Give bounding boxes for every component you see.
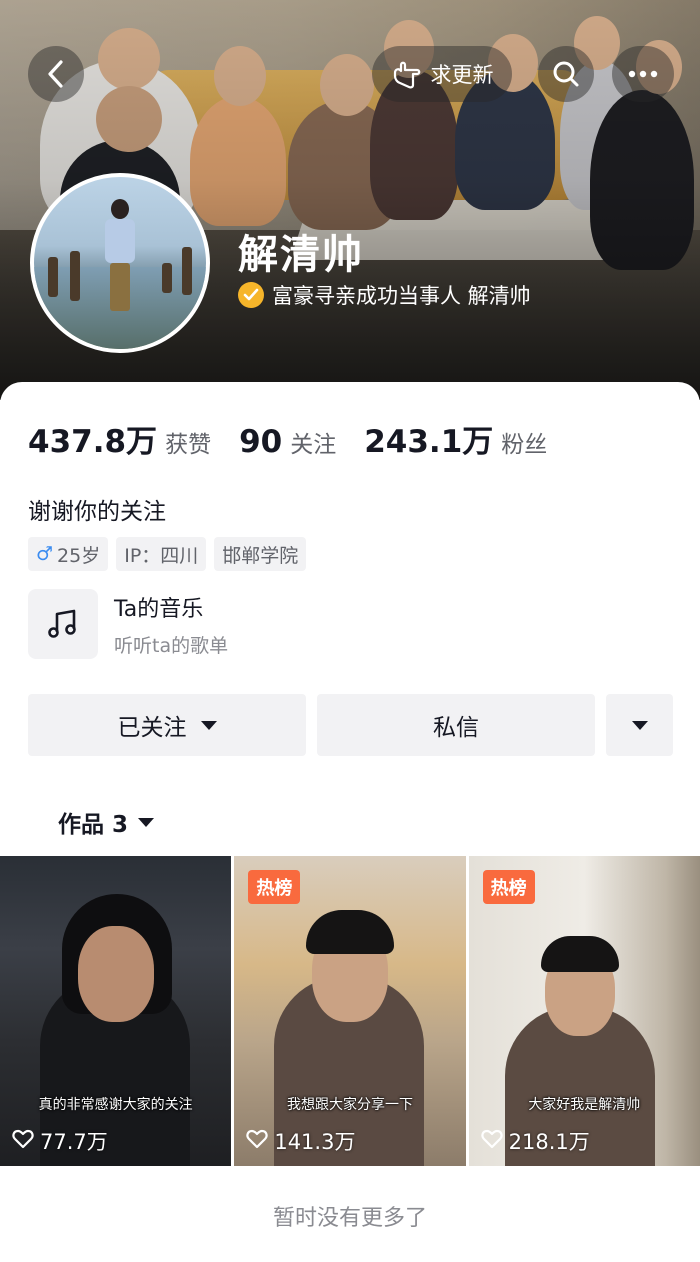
music-subtitle: 听听ta的歌单 bbox=[114, 634, 229, 657]
video-likes: 141.3万 bbox=[246, 1126, 355, 1156]
back-button[interactable] bbox=[28, 46, 84, 102]
stat-following[interactable]: 90 关注 bbox=[239, 424, 336, 460]
tag-school[interactable]: 邯郸学院 bbox=[214, 537, 307, 571]
message-label: 私信 bbox=[433, 715, 479, 741]
stat-value: 243.1万 bbox=[364, 424, 494, 460]
avatar[interactable] bbox=[30, 173, 210, 353]
video-card[interactable]: 热榜 我想跟大家分享一下 141.3万 bbox=[234, 856, 466, 1166]
update-hand-icon bbox=[391, 59, 425, 89]
more-actions-button[interactable] bbox=[606, 694, 673, 756]
tag-gender-age: ♂ 25岁 bbox=[28, 537, 109, 571]
avatar-post bbox=[182, 247, 192, 295]
hot-badge: 热榜 bbox=[482, 870, 535, 904]
more-icon bbox=[628, 70, 658, 78]
video-likes: 77.7万 bbox=[12, 1126, 108, 1156]
avatar-post bbox=[70, 251, 80, 301]
no-more-text: 暂时没有更多了 bbox=[272, 1206, 427, 1231]
video-likes-count: 77.7万 bbox=[40, 1130, 108, 1154]
caret-down-icon bbox=[200, 720, 217, 730]
heart-icon bbox=[481, 1129, 503, 1154]
verification-row: 富豪寻亲成功当事人 解清帅 bbox=[238, 280, 531, 310]
works-tab[interactable]: 作品 3 bbox=[58, 805, 155, 839]
stat-value: 437.8万 bbox=[28, 424, 158, 460]
video-likes-count: 218.1万 bbox=[508, 1130, 590, 1154]
profile-sheet: 437.8万 获赞 90 关注 243.1万 粉丝 谢谢你的关注 ♂ 25岁 I… bbox=[0, 382, 700, 1262]
video-card[interactable]: 真的非常感谢大家的关注 77.7万 bbox=[0, 856, 232, 1166]
video-card[interactable]: 热榜 大家好我是解清帅 218.1万 bbox=[468, 856, 700, 1166]
heart-icon bbox=[12, 1129, 34, 1154]
more-button[interactable] bbox=[612, 46, 674, 102]
tags-row: ♂ 25岁 IP：四川 邯郸学院 bbox=[28, 537, 307, 571]
video-thumb-hair bbox=[306, 910, 395, 954]
profile-name: 解清帅 bbox=[238, 232, 364, 278]
video-caption: 我想跟大家分享一下 bbox=[286, 1097, 413, 1113]
video-likes: 218.1万 bbox=[481, 1126, 590, 1156]
heart-icon bbox=[246, 1129, 268, 1154]
stats-row: 437.8万 获赞 90 关注 243.1万 粉丝 bbox=[28, 416, 547, 461]
music-entry[interactable]: Ta的音乐 听听ta的歌单 bbox=[28, 589, 228, 659]
stat-likes[interactable]: 437.8万 获赞 bbox=[28, 416, 211, 461]
video-likes-count: 141.3万 bbox=[274, 1130, 356, 1154]
request-update-button[interactable]: 求更新 bbox=[372, 46, 512, 102]
video-thumb-hair bbox=[540, 936, 619, 972]
video-caption: 真的非常感谢大家的关注 bbox=[38, 1097, 193, 1113]
stat-followers[interactable]: 243.1万 粉丝 bbox=[364, 416, 547, 461]
action-buttons: 已关注 私信 bbox=[28, 694, 673, 756]
video-grid: 真的非常感谢大家的关注 77.7万 热榜 我想跟大家分享一下 141.3万 热榜… bbox=[0, 856, 700, 1166]
music-note-icon bbox=[28, 589, 98, 659]
tag-age: 25岁 bbox=[57, 544, 101, 567]
caret-down-icon bbox=[138, 817, 155, 827]
bio-text: 谢谢你的关注 bbox=[28, 499, 166, 525]
request-update-label: 求更新 bbox=[430, 63, 494, 87]
video-thumb-face bbox=[78, 926, 154, 1022]
message-button[interactable]: 私信 bbox=[317, 694, 595, 756]
stat-label: 关注 bbox=[290, 432, 337, 458]
music-title: Ta的音乐 bbox=[114, 596, 204, 622]
search-icon bbox=[552, 60, 580, 88]
avatar-post bbox=[162, 263, 172, 293]
followed-label: 已关注 bbox=[117, 715, 187, 741]
verification-text: 富豪寻亲成功当事人 解清帅 bbox=[272, 284, 531, 308]
avatar-post bbox=[48, 257, 58, 297]
tag-ip-text: IP：四川 bbox=[124, 544, 199, 567]
works-tab-label: 作品 3 bbox=[58, 812, 129, 838]
followed-button[interactable]: 已关注 bbox=[28, 694, 306, 756]
video-caption: 大家好我是解清帅 bbox=[528, 1097, 641, 1113]
tag-school-text: 邯郸学院 bbox=[222, 544, 299, 567]
caret-down-icon bbox=[631, 720, 648, 730]
stat-label: 粉丝 bbox=[501, 432, 548, 458]
back-arrow-icon bbox=[45, 59, 67, 89]
verified-check-icon bbox=[238, 282, 264, 308]
male-icon: ♂ bbox=[36, 543, 54, 565]
tag-ip: IP：四川 bbox=[116, 537, 207, 571]
stat-value: 90 bbox=[239, 424, 283, 460]
avatar-figure bbox=[102, 199, 138, 319]
search-button[interactable] bbox=[538, 46, 594, 102]
stat-label: 获赞 bbox=[165, 432, 212, 458]
hot-badge: 热榜 bbox=[248, 870, 301, 904]
